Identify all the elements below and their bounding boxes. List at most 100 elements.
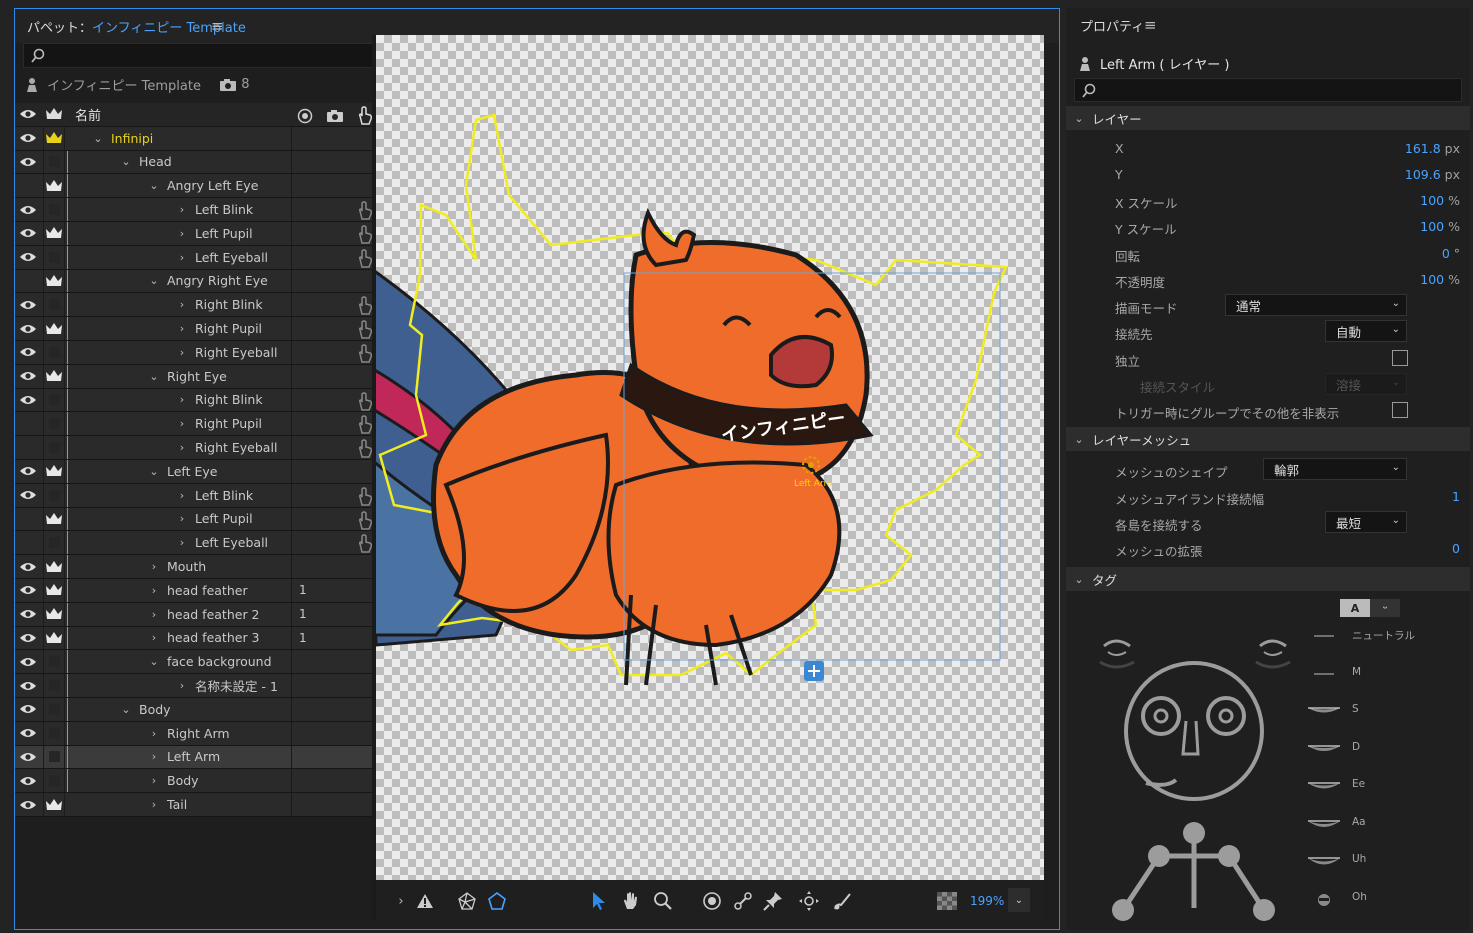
mesh-icon[interactable] — [456, 890, 478, 912]
layer-row[interactable]: › Tail — [15, 793, 387, 817]
visibility-eye-icon[interactable] — [15, 769, 41, 792]
layer-row[interactable]: › Right Pupil — [15, 317, 387, 341]
crown-icon[interactable] — [43, 555, 65, 578]
origin-tool-icon[interactable] — [701, 890, 723, 912]
crown-icon[interactable] — [43, 507, 65, 531]
chevron-right-icon[interactable]: › — [147, 727, 161, 740]
visibility-eye-icon[interactable] — [15, 603, 41, 626]
connect-islands-dropdown[interactable]: 最短 ⌄ — [1325, 511, 1407, 533]
layer-row[interactable]: › Right Pupil — [15, 412, 387, 437]
chevron-down-icon[interactable]: ⌄ — [147, 655, 161, 668]
crown-icon[interactable] — [43, 745, 65, 769]
visibility-eye-icon[interactable] — [15, 460, 41, 483]
crown-icon[interactable] — [43, 412, 65, 436]
layer-row[interactable]: › Body — [15, 769, 387, 794]
visibility-eye-icon[interactable] — [15, 722, 41, 745]
pin-tool-icon[interactable] — [762, 890, 784, 912]
layer-row[interactable]: ⌄ Angry Left Eye — [15, 174, 387, 199]
layer-row[interactable]: › Mouth — [15, 555, 387, 579]
independent-checkbox[interactable] — [1392, 350, 1408, 366]
viseme-label[interactable]: M — [1352, 666, 1361, 678]
layer-row[interactable]: › head feather 3 1 — [15, 626, 387, 651]
chevron-right-icon[interactable]: › — [147, 608, 161, 621]
crown-icon[interactable] — [43, 317, 65, 340]
section-layer-mesh[interactable]: ⌄ レイヤーメッシュ — [1066, 427, 1470, 451]
dragger-tool-icon[interactable] — [798, 890, 820, 912]
visibility-eye-icon[interactable] — [15, 389, 41, 412]
chevron-right-icon[interactable]: › — [175, 203, 189, 216]
viseme-mouth-icon[interactable] — [1306, 743, 1342, 753]
panel-menu-icon[interactable]: ≡ — [211, 17, 224, 35]
crown-icon[interactable] — [43, 793, 65, 816]
chevron-down-icon[interactable]: ⌄ — [147, 274, 161, 287]
viseme-mouth-icon[interactable] — [1306, 855, 1342, 865]
viseme-mouth-icon[interactable] — [1306, 630, 1342, 640]
chevron-right-icon[interactable]: › — [175, 441, 189, 454]
visibility-eye-icon[interactable] — [15, 341, 41, 364]
visibility-eye-icon[interactable] — [15, 436, 41, 459]
crown-icon[interactable] — [43, 221, 65, 245]
warning-icon[interactable] — [414, 890, 436, 912]
scene-canvas[interactable]: インフィニピー Left Arm — [376, 35, 1044, 880]
chevron-down-icon[interactable]: ⌄ — [91, 132, 105, 145]
viseme-label[interactable]: S — [1352, 703, 1359, 715]
chevron-right-icon[interactable]: › — [175, 489, 189, 502]
chevron-right-icon[interactable]: › — [175, 393, 189, 406]
crown-icon[interactable] — [43, 436, 65, 459]
viseme-mouth-icon[interactable] — [1306, 668, 1342, 678]
crown-icon[interactable] — [43, 650, 65, 674]
visibility-eye-icon[interactable] — [15, 293, 41, 316]
chevron-right-icon[interactable]: › — [147, 584, 161, 597]
layer-row[interactable]: ⌄ Body — [15, 697, 387, 722]
chevron-right-icon[interactable]: › — [147, 750, 161, 763]
layer-row[interactable]: › 名称未設定 - 1 — [15, 674, 387, 698]
crown-icon[interactable] — [43, 126, 65, 150]
visibility-eye-icon[interactable] — [15, 508, 41, 531]
layer-row[interactable]: ⌄ Head — [15, 150, 387, 175]
chevron-right-icon[interactable]: › — [175, 536, 189, 549]
chevron-right-icon[interactable]: › — [175, 227, 189, 240]
viseme-label[interactable]: Ee — [1352, 778, 1365, 790]
rotation-value[interactable]: 0 ° — [1442, 246, 1460, 261]
mesh-island-value[interactable]: 1 — [1452, 489, 1460, 504]
zoom-dropdown-icon[interactable]: ⌄ — [1008, 888, 1030, 912]
viseme-label[interactable]: D — [1352, 741, 1360, 753]
layer-row[interactable]: › Left Blink — [15, 198, 387, 222]
crown-icon[interactable] — [43, 674, 65, 697]
layer-row[interactable]: ⌄ face background — [15, 650, 387, 675]
visibility-eye-icon[interactable] — [15, 650, 41, 673]
select-tool-icon[interactable] — [588, 890, 610, 912]
name-column-header[interactable]: 名前 — [75, 103, 101, 126]
chevron-right-icon[interactable]: › — [147, 560, 161, 573]
layer-row[interactable]: › Left Eyeball — [15, 531, 387, 556]
crown-icon[interactable] — [43, 388, 65, 412]
crown-icon[interactable] — [43, 340, 65, 364]
stick-tool-icon[interactable] — [732, 890, 754, 912]
zoom-tool-icon[interactable] — [652, 890, 674, 912]
chevron-down-icon[interactable]: ⌄ — [119, 703, 133, 716]
crown-icon[interactable] — [43, 293, 65, 317]
chevron-right-icon[interactable]: › — [147, 798, 161, 811]
crown-icon[interactable] — [43, 721, 65, 745]
viseme-mouth-icon[interactable] — [1306, 893, 1342, 906]
visibility-eye-icon[interactable] — [15, 365, 41, 388]
chevron-down-icon[interactable]: ⌄ — [119, 155, 133, 168]
attach-to-dropdown[interactable]: 自動 ⌄ — [1325, 320, 1407, 342]
layer-row[interactable]: › Right Blink — [15, 293, 387, 318]
crown-icon[interactable] — [43, 602, 65, 626]
chevron-right-icon[interactable]: › — [390, 890, 412, 912]
visibility-eye-icon[interactable] — [15, 174, 41, 197]
tag-mode-face-icon[interactable]: ᵕ — [1370, 599, 1400, 617]
crown-icon[interactable] — [43, 198, 65, 221]
layer-row[interactable]: › head feather 1 — [15, 578, 387, 603]
viseme-label[interactable]: ニュートラル — [1352, 628, 1415, 643]
attach-style-dropdown[interactable]: 溶接 ⌄ — [1325, 373, 1407, 395]
crown-icon[interactable] — [43, 459, 65, 483]
layer-row[interactable]: ⌄ Left Eye — [15, 459, 387, 484]
mesh-shape-dropdown[interactable]: 輪郭 ⌄ — [1263, 458, 1407, 480]
properties-search-input[interactable] — [1074, 78, 1462, 102]
chevron-right-icon[interactable]: › — [175, 679, 189, 692]
crown-icon[interactable] — [43, 769, 65, 793]
layer-row[interactable]: › head feather 2 1 — [15, 602, 387, 627]
opacity-value[interactable]: 100 % — [1420, 272, 1460, 287]
